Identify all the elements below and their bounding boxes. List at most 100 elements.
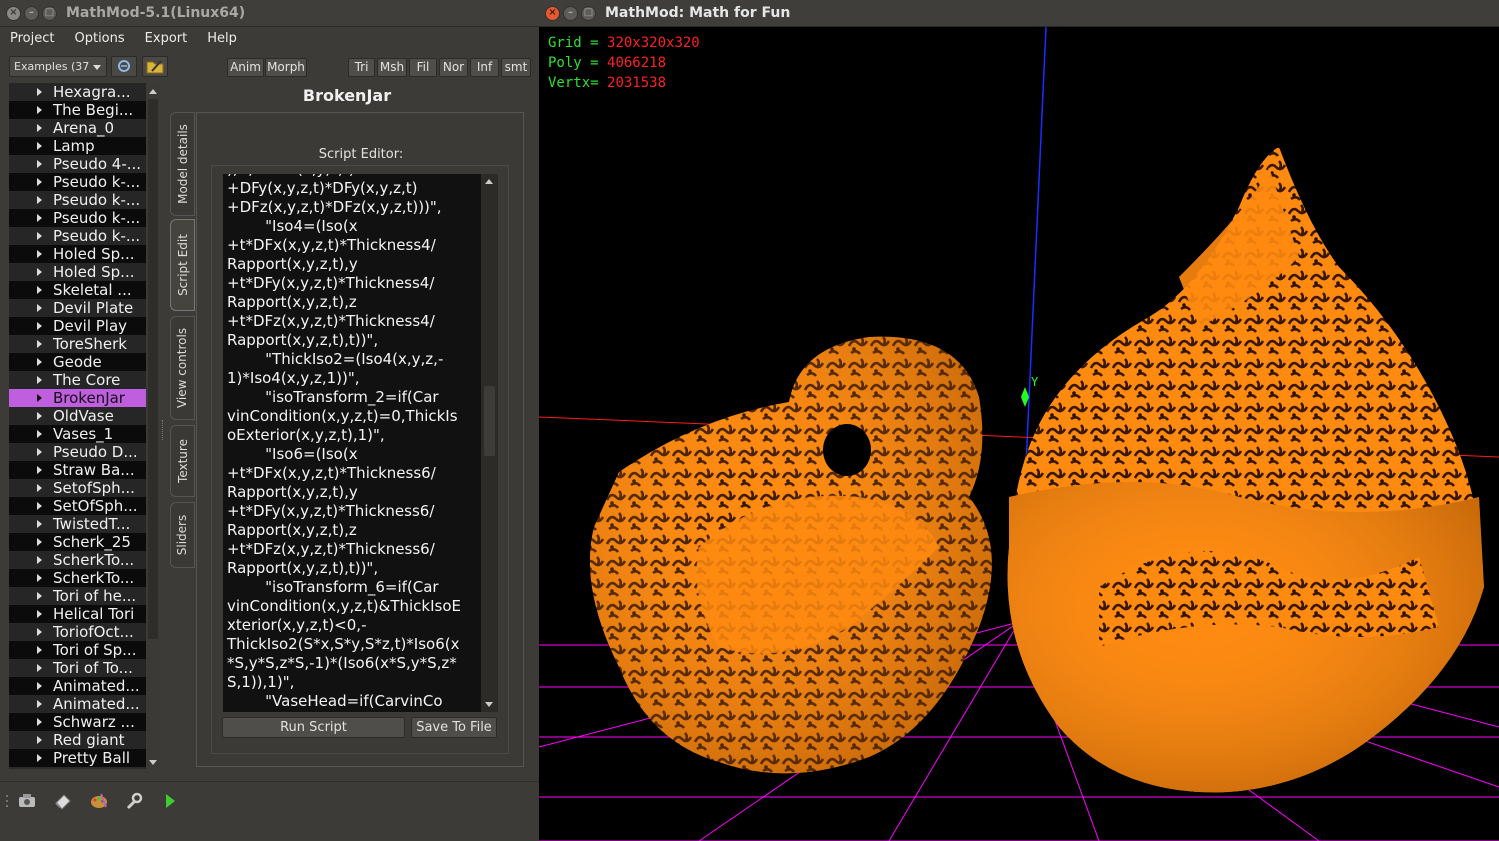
list-item[interactable]: Pseudo k-... [9, 209, 146, 227]
list-item[interactable]: Pseudo k-... [9, 191, 146, 209]
list-item[interactable]: Arena_0 [9, 119, 146, 137]
toolbar-grip-icon[interactable] [4, 794, 10, 808]
msh-button[interactable]: Msh [377, 58, 407, 77]
expand-arrow-icon[interactable] [37, 610, 42, 618]
expand-arrow-icon[interactable] [37, 466, 42, 474]
list-item[interactable]: Scherk_25 [9, 533, 146, 551]
expand-arrow-icon[interactable] [37, 502, 42, 510]
list-item[interactable]: Vases_1 [9, 425, 146, 443]
expand-arrow-icon[interactable] [37, 304, 42, 312]
minimize-icon[interactable]: – [563, 5, 578, 21]
list-item[interactable]: ToriofOct... [9, 623, 146, 641]
editor-scrollbar[interactable] [481, 174, 498, 712]
wrench-icon[interactable] [124, 791, 144, 811]
expand-arrow-icon[interactable] [37, 268, 42, 276]
tree-scrollbar[interactable] [146, 83, 160, 769]
list-item[interactable]: Devil Play [9, 317, 146, 335]
expand-arrow-icon[interactable] [37, 394, 42, 402]
expand-arrow-icon[interactable] [37, 556, 42, 564]
list-item[interactable]: ToreSherk [9, 335, 146, 353]
scroll-up-icon[interactable] [149, 89, 157, 94]
run-script-button[interactable]: Run Script [222, 717, 405, 738]
maximize-icon[interactable]: □ [581, 5, 596, 21]
script-editor[interactable]: ), t, - DFx(x,y,z,t)+DFy(x,y,z,t)*DFy(x,… [223, 174, 498, 712]
list-item[interactable]: Red giant [9, 731, 146, 749]
list-item[interactable]: ScherkTo... [9, 551, 146, 569]
list-item[interactable]: Pretty Ball [9, 749, 146, 767]
list-item[interactable]: The Core [9, 371, 146, 389]
expand-arrow-icon[interactable] [37, 232, 42, 240]
expand-arrow-icon[interactable] [37, 718, 42, 726]
menu-options[interactable]: Options [64, 31, 134, 46]
examples-combo[interactable]: Examples (37 [9, 56, 107, 77]
tab-view-controls[interactable]: View controls [170, 316, 195, 420]
list-item[interactable]: ScherkTo... [9, 569, 146, 587]
camera-icon[interactable] [17, 791, 37, 811]
expand-arrow-icon[interactable] [37, 484, 42, 492]
tab-script-edit[interactable]: Script Edit [170, 219, 195, 311]
tri-button[interactable]: Tri [348, 58, 375, 77]
list-item[interactable]: BrokenJar [9, 389, 146, 407]
tab-model-details[interactable]: Model details [170, 112, 195, 216]
expand-arrow-icon[interactable] [37, 106, 42, 114]
menu-project[interactable]: Project [0, 31, 64, 46]
list-item[interactable]: OldVase [9, 407, 146, 425]
list-item[interactable]: Hexagra... [9, 83, 146, 101]
list-item[interactable]: Helical Tori [9, 605, 146, 623]
palette-icon[interactable] [89, 791, 109, 811]
list-item[interactable]: Pseudo k-... [9, 173, 146, 191]
expand-arrow-icon[interactable] [37, 520, 42, 528]
expand-arrow-icon[interactable] [37, 448, 42, 456]
scroll-down-icon[interactable] [149, 760, 157, 765]
list-item[interactable]: Skeletal ... [9, 281, 146, 299]
expand-arrow-icon[interactable] [37, 646, 42, 654]
expand-arrow-icon[interactable] [37, 322, 42, 330]
expand-arrow-icon[interactable] [37, 736, 42, 744]
list-item[interactable]: Pseudo D... [9, 443, 146, 461]
expand-arrow-icon[interactable] [37, 574, 42, 582]
editor-scroll-thumb[interactable] [484, 386, 495, 456]
list-item[interactable]: Devil Plate [9, 299, 146, 317]
list-item[interactable]: Animated... [9, 677, 146, 695]
expand-arrow-icon[interactable] [37, 754, 42, 762]
list-item[interactable]: SetOfSph... [9, 497, 146, 515]
expand-arrow-icon[interactable] [37, 178, 42, 186]
3d-scene[interactable]: Y [539, 27, 1499, 841]
maximize-icon[interactable]: □ [42, 5, 57, 21]
list-item[interactable]: Pseudo 4-... [9, 155, 146, 173]
minimize-icon[interactable]: – [24, 5, 39, 21]
expand-arrow-icon[interactable] [37, 160, 42, 168]
expand-arrow-icon[interactable] [37, 628, 42, 636]
close-icon[interactable]: × [6, 5, 21, 21]
search-button[interactable] [111, 56, 137, 77]
expand-arrow-icon[interactable] [37, 376, 42, 384]
close-icon[interactable]: × [545, 5, 560, 21]
expand-arrow-icon[interactable] [37, 250, 42, 258]
list-item[interactable]: Tori of Sp... [9, 641, 146, 659]
list-item[interactable]: Tori of To... [9, 659, 146, 677]
open-folder-button[interactable] [142, 56, 168, 77]
scroll-down-icon[interactable] [485, 702, 493, 707]
expand-arrow-icon[interactable] [37, 700, 42, 708]
menu-export[interactable]: Export [135, 31, 198, 46]
list-item[interactable]: Pseudo k-... [9, 227, 146, 245]
expand-arrow-icon[interactable] [37, 196, 42, 204]
inf-button[interactable]: Inf [470, 58, 499, 77]
nor-button[interactable]: Nor [439, 58, 468, 77]
expand-arrow-icon[interactable] [37, 682, 42, 690]
expand-arrow-icon[interactable] [37, 538, 42, 546]
expand-arrow-icon[interactable] [37, 214, 42, 222]
list-item[interactable]: The Begi... [9, 101, 146, 119]
smt-button[interactable]: smt [501, 58, 531, 77]
play-icon[interactable] [160, 791, 180, 811]
anim-button[interactable]: Anim [227, 58, 264, 77]
list-item[interactable]: Schwarz ... [9, 713, 146, 731]
list-item[interactable]: Lamp [9, 137, 146, 155]
expand-arrow-icon[interactable] [37, 358, 42, 366]
eraser-icon[interactable] [53, 791, 73, 811]
expand-arrow-icon[interactable] [37, 340, 42, 348]
fil-button[interactable]: Fil [409, 58, 437, 77]
expand-arrow-icon[interactable] [37, 664, 42, 672]
splitter-handle[interactable] [162, 420, 165, 440]
expand-arrow-icon[interactable] [37, 124, 42, 132]
